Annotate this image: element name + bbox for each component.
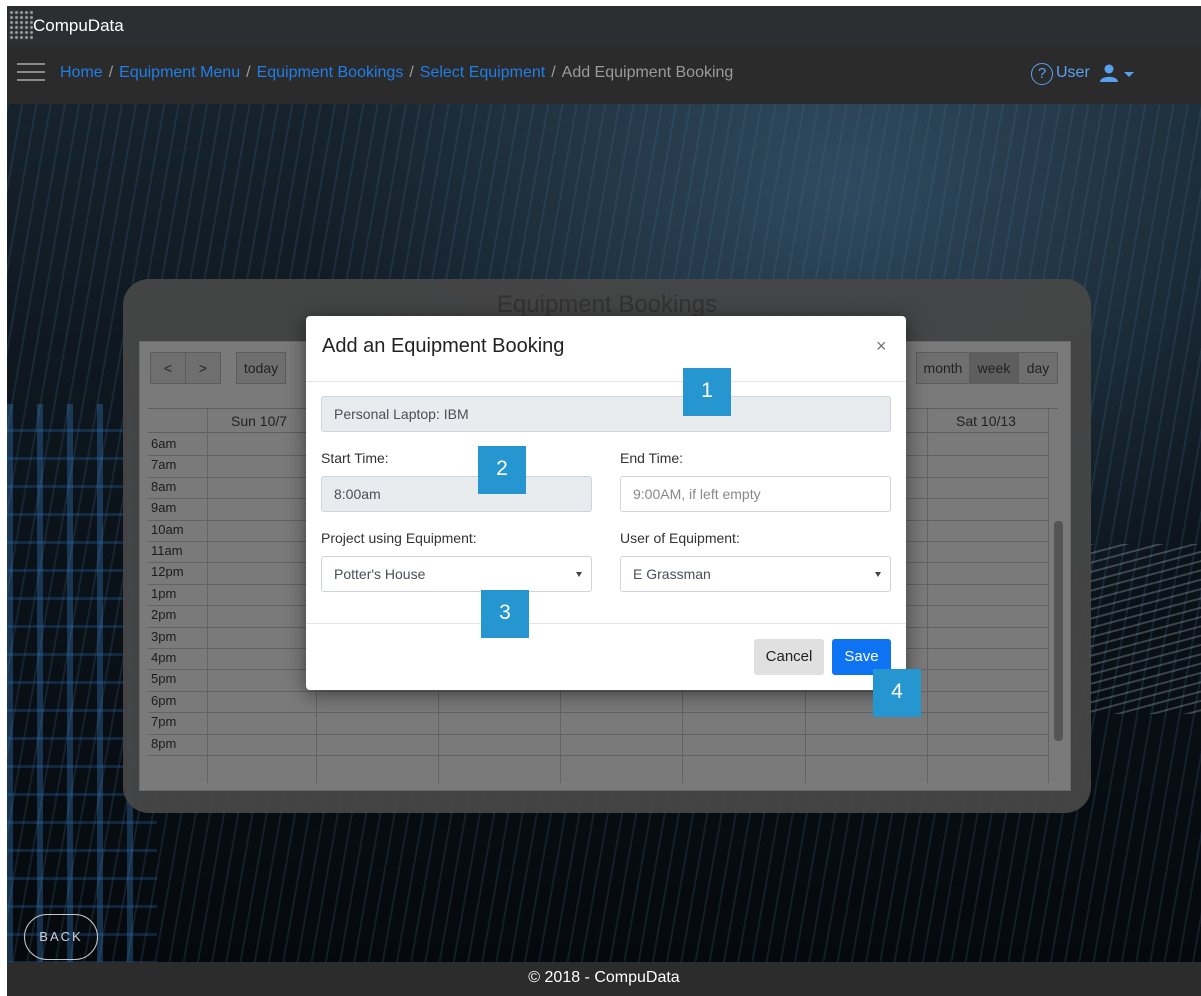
chevron-down-icon bbox=[875, 572, 881, 577]
month-view-button[interactable]: month bbox=[916, 352, 970, 384]
prev-button[interactable]: < bbox=[150, 352, 186, 384]
app-brand[interactable]: CompuData bbox=[33, 16, 124, 36]
project-label: Project using Equipment: bbox=[321, 530, 477, 546]
callout-3: 3 bbox=[481, 590, 529, 638]
divider bbox=[306, 381, 906, 382]
grid-line bbox=[148, 755, 1048, 756]
close-icon[interactable]: × bbox=[876, 336, 887, 357]
equipment-field: Personal Laptop: IBM bbox=[321, 396, 891, 432]
cancel-button[interactable]: Cancel bbox=[754, 639, 824, 675]
divider bbox=[306, 623, 906, 624]
menu-icon[interactable] bbox=[17, 63, 45, 85]
time-label: 2pm bbox=[151, 607, 177, 623]
breadcrumb-equipment-bookings[interactable]: Equipment Bookings bbox=[257, 64, 404, 81]
footer: © 2018 - CompuData bbox=[7, 962, 1201, 996]
scrollbar[interactable] bbox=[1054, 521, 1063, 741]
grid-line bbox=[927, 409, 928, 783]
grid-line bbox=[1048, 409, 1049, 783]
compudata-logo-icon bbox=[9, 10, 33, 40]
time-label: 8am bbox=[151, 478, 177, 494]
user-label: User of Equipment: bbox=[620, 530, 740, 546]
breadcrumb-select-equipment[interactable]: Select Equipment bbox=[420, 64, 545, 81]
time-label: 7pm bbox=[151, 714, 177, 730]
next-button[interactable]: > bbox=[185, 352, 221, 384]
breadcrumb-separator: / bbox=[108, 64, 114, 81]
add-booking-modal: Add an Equipment Booking × Personal Lapt… bbox=[306, 316, 906, 690]
today-button[interactable]: today bbox=[236, 352, 286, 384]
chevron-down-icon[interactable] bbox=[1124, 72, 1134, 77]
time-label: 10am bbox=[151, 521, 184, 537]
breadcrumb-separator: / bbox=[551, 64, 556, 81]
breadcrumb-separator: / bbox=[246, 64, 251, 81]
title-bar: CompuData bbox=[7, 6, 1201, 46]
chevron-down-icon bbox=[576, 572, 582, 577]
calendar-title: Equipment Bookings bbox=[496, 291, 718, 318]
time-label: 6pm bbox=[151, 692, 177, 708]
time-label: 7am bbox=[151, 457, 177, 473]
time-label: 5pm bbox=[151, 671, 177, 687]
navbar: Home / Equipment Menu / Equipment Bookings / S… bbox=[7, 46, 1201, 104]
callout-2: 2 bbox=[478, 446, 526, 494]
callout-4: 4 bbox=[873, 669, 921, 717]
start-time-field: 8:00am bbox=[321, 476, 592, 512]
end-time-label: End Time: bbox=[620, 450, 684, 466]
time-label: 11am bbox=[151, 543, 183, 558]
app-window: CompuData Home / Equipment Menu / Equipment … bbox=[7, 6, 1201, 996]
time-label: 6am bbox=[151, 436, 177, 451]
grid-line bbox=[148, 733, 1048, 735]
callout-1: 1 bbox=[683, 368, 731, 416]
user-menu-label[interactable]: User bbox=[1056, 64, 1090, 82]
column-header: Sat 10/13 bbox=[956, 413, 1016, 429]
grid-line bbox=[207, 409, 208, 783]
modal-title: Add an Equipment Booking bbox=[322, 335, 565, 357]
light-streaks-decoration bbox=[1087, 544, 1201, 714]
breadcrumb-separator: / bbox=[409, 64, 414, 81]
breadcrumb-equipment-menu[interactable]: Equipment Menu bbox=[119, 64, 240, 81]
end-time-input[interactable] bbox=[620, 476, 891, 512]
time-label: 9am bbox=[151, 500, 177, 516]
breadcrumb-current: Add Equipment Booking bbox=[561, 64, 734, 81]
breadcrumb-home[interactable]: Home bbox=[60, 64, 103, 81]
back-button[interactable]: BACK bbox=[24, 914, 98, 960]
week-view-button[interactable]: week bbox=[969, 352, 1019, 384]
start-time-label: Start Time: bbox=[321, 450, 389, 466]
time-label: 8pm bbox=[151, 735, 177, 751]
breadcrumb: Home / Equipment Menu / Equipment Bookings / S… bbox=[60, 64, 733, 82]
day-view-button[interactable]: day bbox=[1018, 352, 1058, 384]
time-label: 3pm bbox=[151, 628, 177, 644]
user-select-value: E Grassman bbox=[633, 566, 711, 582]
column-header: Sun 10/7 bbox=[231, 413, 288, 429]
time-label: 4pm bbox=[151, 650, 177, 665]
user-select[interactable]: E Grassman bbox=[620, 556, 891, 592]
project-select-value: Potter's House bbox=[334, 566, 426, 582]
help-icon[interactable]: ? bbox=[1031, 63, 1053, 85]
time-label: 12pm bbox=[151, 564, 184, 580]
project-select[interactable]: Potter's House bbox=[321, 556, 592, 592]
user-icon[interactable] bbox=[1099, 63, 1119, 83]
time-label: 1pm bbox=[151, 585, 177, 601]
